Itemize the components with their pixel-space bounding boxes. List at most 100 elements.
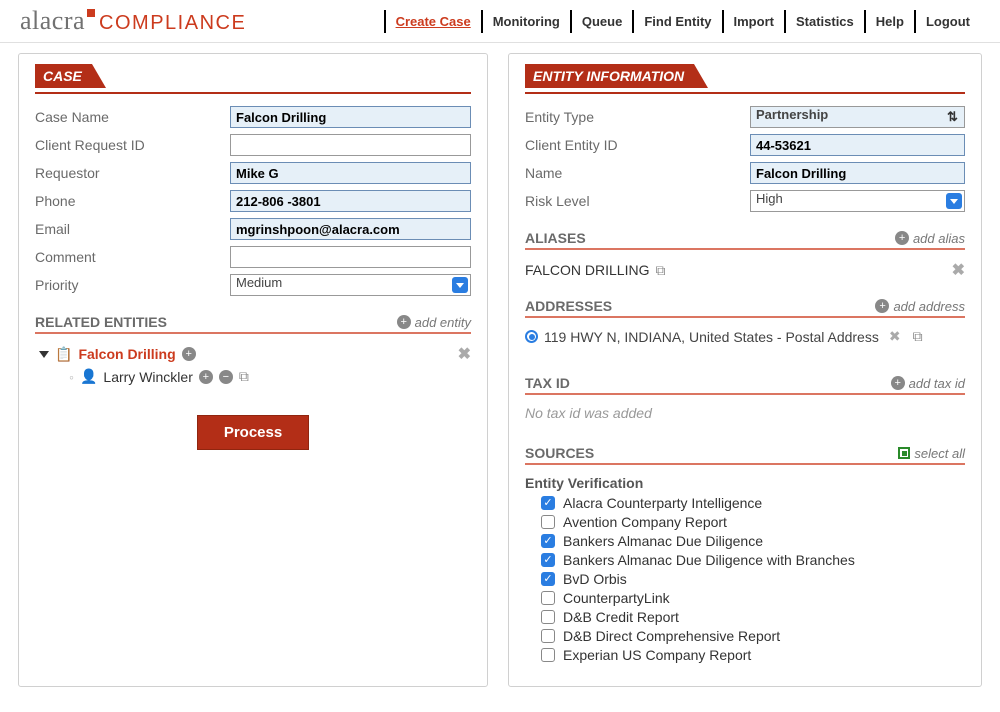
nav-import[interactable]: Import [722, 10, 784, 33]
label-client-entity-id: Client Entity ID [525, 137, 750, 153]
alias-row: FALCON DRILLING ⧉ ✖ [525, 260, 965, 280]
alias-remove-icon[interactable]: ✖ [952, 260, 965, 280]
source-label: Avention Company Report [563, 514, 727, 530]
input-comment[interactable] [230, 246, 471, 268]
nav-help[interactable]: Help [864, 10, 914, 33]
source-label: BvD Orbis [563, 571, 627, 587]
checkbox-icon[interactable] [541, 591, 555, 605]
source-item[interactable]: D&B Direct Comprehensive Report [541, 628, 965, 644]
select-all-label: select all [914, 446, 965, 461]
person-icon: 👤 [80, 368, 97, 385]
person-add-icon[interactable]: + [199, 370, 213, 384]
source-item[interactable]: Alacra Counterparty Intelligence [541, 495, 965, 511]
input-case-name[interactable] [230, 106, 471, 128]
source-item[interactable]: Avention Company Report [541, 514, 965, 530]
alias-text: FALCON DRILLING [525, 262, 649, 278]
checkbox-icon[interactable] [541, 534, 555, 548]
taxid-empty-text: No tax id was added [525, 405, 965, 421]
source-label: D&B Credit Report [563, 609, 679, 625]
input-phone[interactable] [230, 190, 471, 212]
alias-copy-icon[interactable]: ⧉ [655, 262, 665, 279]
source-item[interactable]: BvD Orbis [541, 571, 965, 587]
address-remove-icon[interactable]: ✖ [889, 328, 901, 345]
entity-add-icon[interactable]: + [182, 347, 196, 361]
add-entity-label: add entity [415, 315, 471, 330]
source-label: Bankers Almanac Due Diligence [563, 533, 763, 549]
building-icon: 📋 [55, 346, 72, 363]
checkbox-icon[interactable] [541, 553, 555, 567]
input-client-entity-id[interactable] [750, 134, 965, 156]
select-priority[interactable]: Medium [230, 274, 471, 296]
related-entities-header: RELATED ENTITIES [35, 314, 167, 330]
logo-square-icon [87, 9, 95, 17]
address-radio[interactable] [525, 330, 538, 343]
input-email[interactable] [230, 218, 471, 240]
label-email: Email [35, 221, 230, 237]
top-nav: Create Case Monitoring Queue Find Entity… [384, 10, 980, 33]
aliases-header: ALIASES [525, 230, 586, 246]
nav-logout[interactable]: Logout [914, 10, 980, 33]
checkbox-icon[interactable] [541, 648, 555, 662]
nav-find-entity[interactable]: Find Entity [632, 10, 721, 33]
add-taxid-label: add tax id [909, 376, 965, 391]
nav-queue[interactable]: Queue [570, 10, 632, 33]
logo-brand: alacra [20, 6, 85, 36]
process-button[interactable]: Process [197, 415, 309, 450]
source-item[interactable]: CounterpartyLink [541, 590, 965, 606]
checkbox-icon[interactable] [541, 629, 555, 643]
input-requestor[interactable] [230, 162, 471, 184]
person-name[interactable]: Larry Winckler [103, 369, 192, 385]
label-phone: Phone [35, 193, 230, 209]
add-address-button[interactable]: + add address [875, 299, 965, 314]
source-item[interactable]: Bankers Almanac Due Diligence [541, 533, 965, 549]
add-taxid-button[interactable]: + add tax id [891, 376, 965, 391]
caret-down-icon[interactable] [39, 351, 49, 358]
add-alias-label: add alias [913, 231, 965, 246]
add-entity-button[interactable]: + add entity [397, 315, 471, 330]
checkbox-icon[interactable] [541, 496, 555, 510]
checkbox-icon[interactable] [541, 515, 555, 529]
nav-create-case[interactable]: Create Case [384, 10, 481, 33]
source-item[interactable]: D&B Credit Report [541, 609, 965, 625]
tree-person-row[interactable]: ◦ 👤 Larry Winckler + − ⧉ [39, 368, 471, 385]
nav-statistics[interactable]: Statistics [784, 10, 864, 33]
add-alias-button[interactable]: + add alias [895, 231, 965, 246]
entity-name[interactable]: Falcon Drilling [78, 346, 175, 362]
source-item[interactable]: Experian US Company Report [541, 647, 965, 663]
input-client-request-id[interactable] [230, 134, 471, 156]
label-entity-name: Name [525, 165, 750, 181]
select-all-button[interactable]: select all [898, 446, 965, 461]
label-case-name: Case Name [35, 109, 230, 125]
entity-header: ENTITY INFORMATION [525, 64, 694, 88]
label-risk-level: Risk Level [525, 193, 750, 209]
source-item[interactable]: Bankers Almanac Due Diligence with Branc… [541, 552, 965, 568]
bullet-icon: ◦ [69, 369, 74, 385]
risk-level-value: High [756, 191, 783, 206]
select-priority-value: Medium [236, 275, 282, 290]
tree-entity-row[interactable]: 📋 Falcon Drilling + ✖ [39, 344, 471, 364]
logo-product: COMPLIANCE [99, 12, 246, 35]
plus-icon: + [895, 231, 909, 245]
select-risk-level[interactable]: High [750, 190, 965, 212]
source-label: Alacra Counterparty Intelligence [563, 495, 762, 511]
sources-header: SOURCES [525, 445, 594, 461]
plus-icon: + [397, 315, 411, 329]
person-remove-icon[interactable]: − [219, 370, 233, 384]
case-panel: CASE Case Name Client Request ID Request… [18, 53, 488, 687]
entity-remove-icon[interactable]: ✖ [458, 344, 471, 364]
select-entity-type[interactable]: Partnership [750, 106, 965, 128]
checkbox-icon[interactable] [541, 610, 555, 624]
source-label: CounterpartyLink [563, 590, 670, 606]
select-all-icon [898, 447, 910, 459]
label-comment: Comment [35, 249, 230, 265]
source-label: Bankers Almanac Due Diligence with Branc… [563, 552, 855, 568]
logo: alacra COMPLIANCE [20, 6, 246, 36]
label-entity-type: Entity Type [525, 109, 750, 125]
address-copy-icon[interactable]: ⧉ [913, 328, 923, 345]
input-entity-name[interactable] [750, 162, 965, 184]
label-priority: Priority [35, 277, 230, 293]
person-copy-icon[interactable]: ⧉ [239, 368, 249, 385]
checkbox-icon[interactable] [541, 572, 555, 586]
taxid-header: TAX ID [525, 375, 570, 391]
nav-monitoring[interactable]: Monitoring [481, 10, 570, 33]
